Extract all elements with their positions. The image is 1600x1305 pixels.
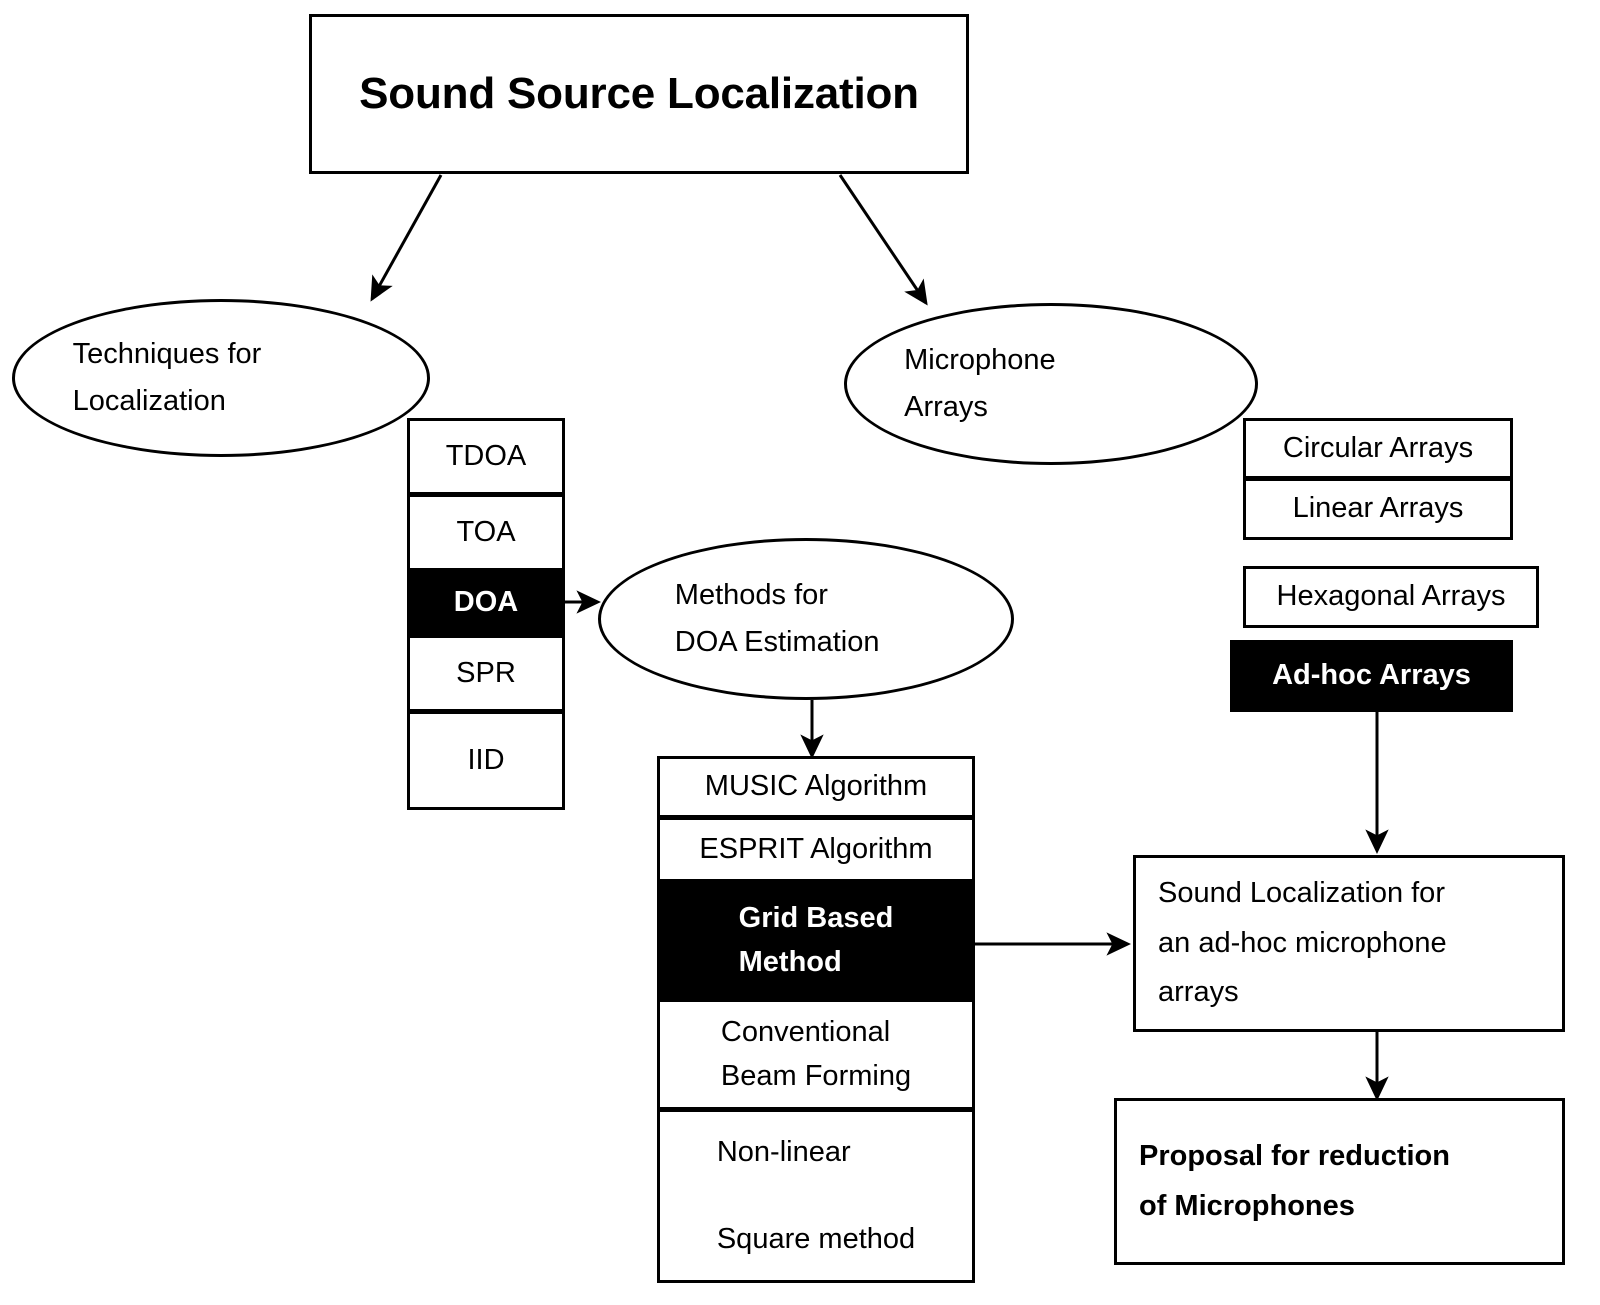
ellipse-microphone-arrays[interactable]: Microphone Arrays: [844, 303, 1258, 465]
outcome-box-sound-localization-label: Sound Localization for an ad-hoc microph…: [1158, 876, 1447, 1009]
technique-cell-spr[interactable]: SPR: [407, 635, 565, 712]
outcome-box-proposal[interactable]: Proposal for reduction of Microphones: [1114, 1098, 1565, 1265]
technique-cell-toa-label: TOA: [456, 515, 516, 548]
array-type-cell-hexagonal-arrays[interactable]: Hexagonal Arrays: [1243, 566, 1539, 628]
array-type-cell-circular-arrays[interactable]: Circular Arrays: [1243, 418, 1513, 479]
technique-cell-iid[interactable]: IID: [407, 711, 565, 810]
array-type-cell-ad-hoc-arrays[interactable]: Ad-hoc Arrays: [1230, 640, 1513, 712]
doa-method-cell-music-algorithm[interactable]: MUSIC Algorithm: [657, 756, 975, 818]
edge-root-to-mic-arrays: [838, 174, 928, 306]
array-type-cell-linear-arrays-label: Linear Arrays: [1292, 492, 1464, 525]
root-node-label: Sound Source Localization: [359, 69, 919, 118]
ellipse-methods-for-doa-estimation[interactable]: Methods for DOA Estimation: [598, 538, 1014, 700]
doa-method-cell-esprit-algorithm-label: ESPRIT Algorithm: [699, 832, 933, 865]
outcome-box-sound-localization[interactable]: Sound Localization for an ad-hoc microph…: [1133, 855, 1565, 1032]
doa-method-cell-grid-based-method-label: Grid Based Method: [738, 902, 894, 978]
technique-cell-toa[interactable]: TOA: [407, 494, 565, 571]
doa-method-cell-non-linear-square-method-label: Non-linear Square method: [716, 1135, 916, 1255]
ellipse-techniques-label: Techniques for Localization: [72, 338, 262, 417]
doa-method-cell-non-linear-square-method[interactable]: Non-linear Square method: [657, 1109, 975, 1283]
doa-method-cell-conventional-beam-forming[interactable]: Conventional Beam Forming: [657, 999, 975, 1110]
ellipse-techniques-for-localization[interactable]: Techniques for Localization: [12, 299, 430, 457]
outcome-box-proposal-label: Proposal for reduction of Microphones: [1139, 1139, 1450, 1222]
ellipse-microphone-arrays-label: Microphone Arrays: [904, 344, 1056, 423]
technique-cell-doa[interactable]: DOA: [407, 570, 565, 636]
technique-cell-doa-label: DOA: [453, 586, 519, 619]
doa-method-cell-esprit-algorithm[interactable]: ESPRIT Algorithm: [657, 817, 975, 882]
root-node-sound-source-localization[interactable]: Sound Source Localization: [309, 14, 969, 174]
edge-root-to-techniques: [370, 174, 443, 302]
array-type-cell-circular-arrays-label: Circular Arrays: [1282, 431, 1474, 464]
technique-cell-iid-label: IID: [467, 743, 505, 776]
array-type-cell-linear-arrays[interactable]: Linear Arrays: [1243, 478, 1513, 540]
doa-method-cell-music-algorithm-label: MUSIC Algorithm: [704, 770, 928, 803]
technique-cell-tdoa[interactable]: TDOA: [407, 418, 565, 495]
ellipse-methods-label: Methods for DOA Estimation: [674, 579, 880, 658]
array-type-cell-hexagonal-arrays-label: Hexagonal Arrays: [1276, 580, 1506, 613]
technique-cell-spr-label: SPR: [456, 656, 516, 689]
array-type-cell-ad-hoc-arrays-label: Ad-hoc Arrays: [1272, 659, 1471, 692]
technique-cell-tdoa-label: TDOA: [445, 439, 527, 472]
flowchart-canvas: Sound Source Localization Techniques for…: [0, 0, 1600, 1305]
doa-method-cell-conventional-beam-forming-label: Conventional Beam Forming: [720, 1016, 912, 1092]
doa-method-cell-grid-based-method[interactable]: Grid Based Method: [657, 881, 975, 1000]
